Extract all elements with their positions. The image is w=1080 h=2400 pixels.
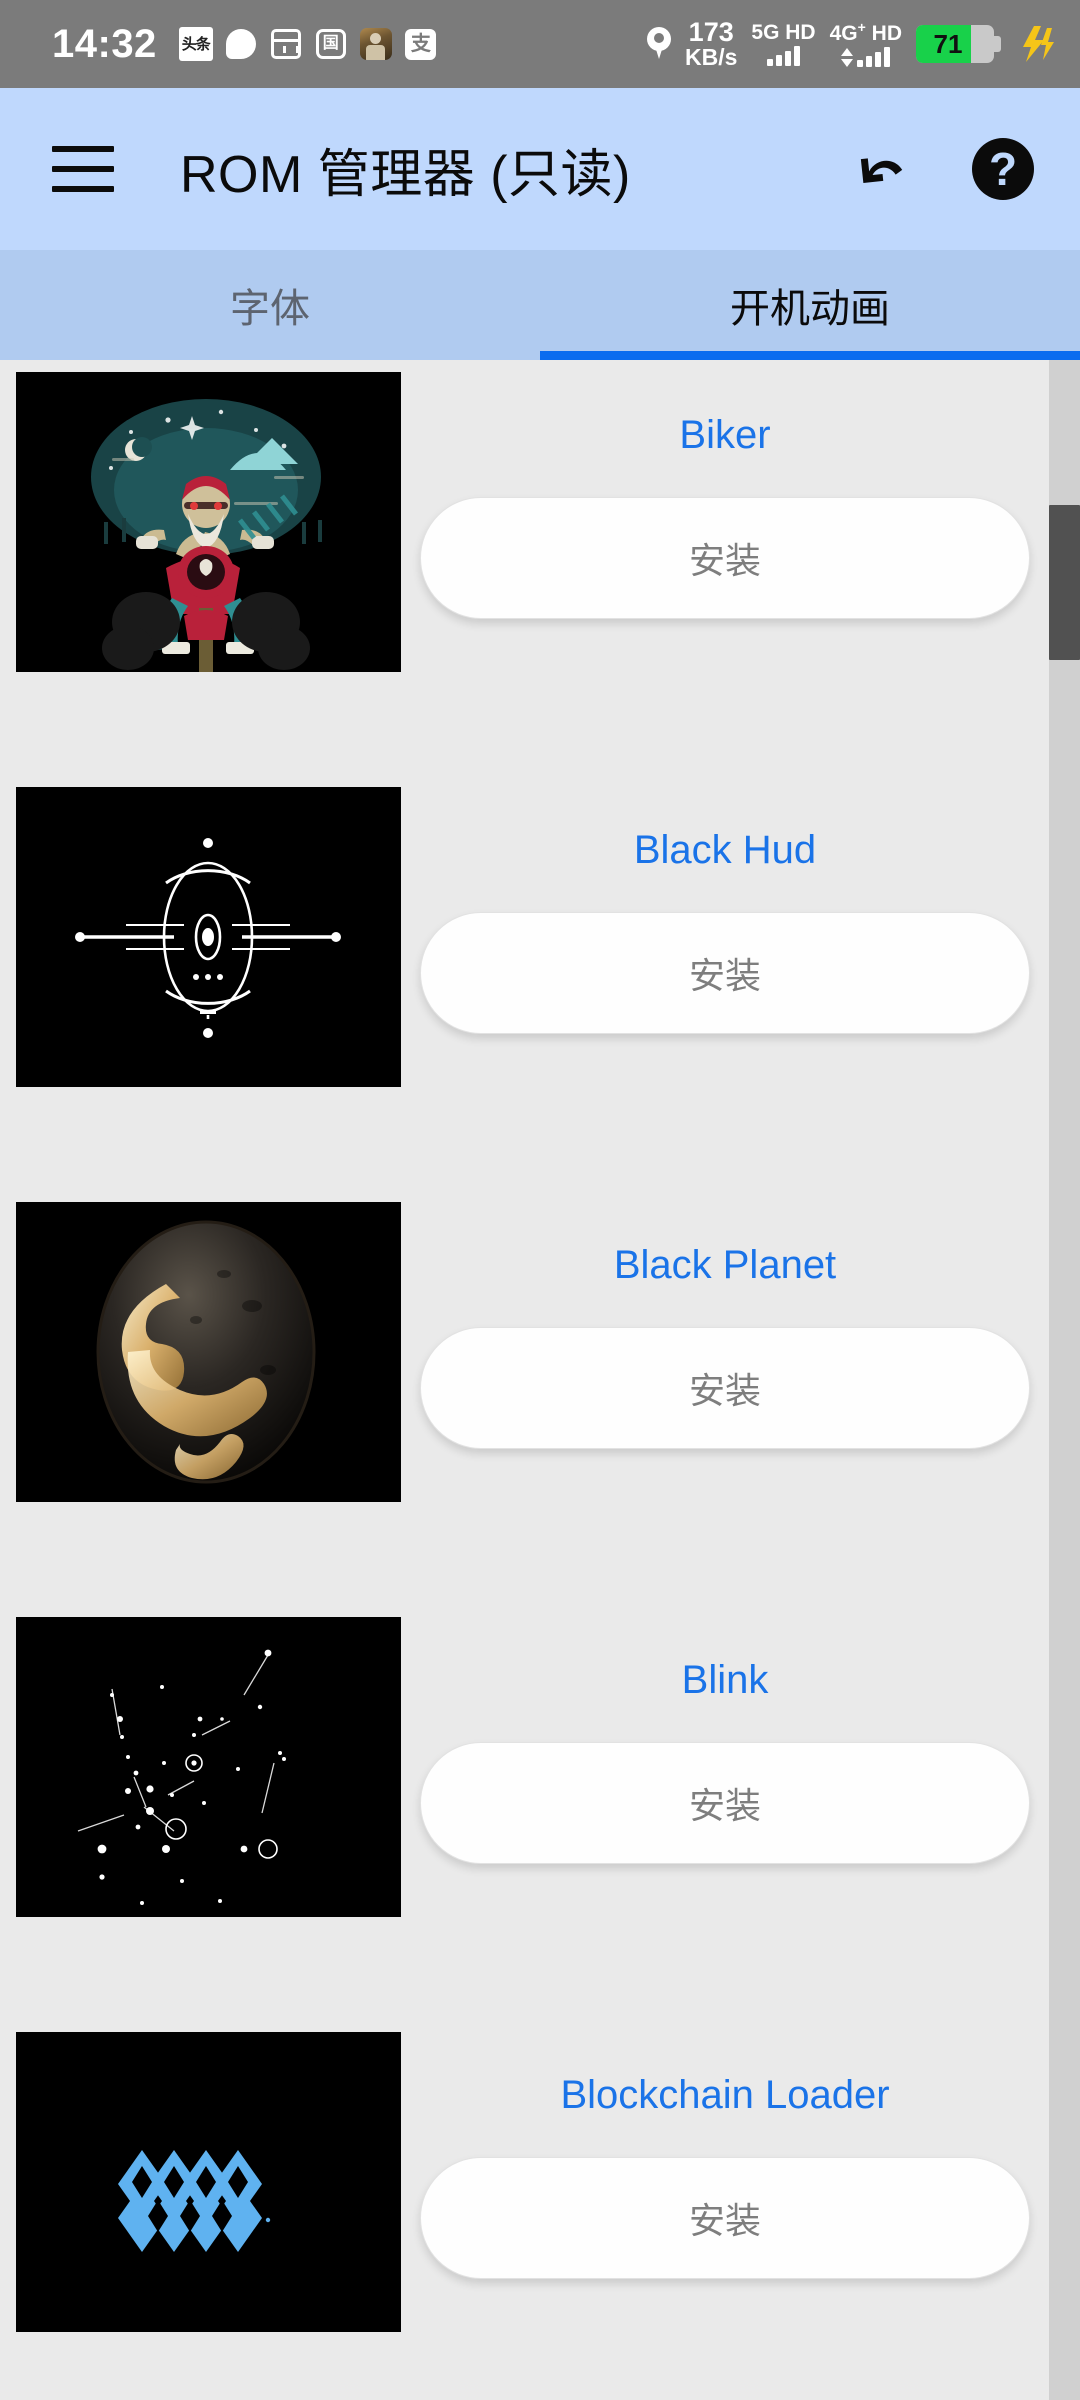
preview-thumbnail-blink <box>16 1617 401 1917</box>
game-app-icon <box>359 27 393 61</box>
list-scrollbar-track[interactable] <box>1049 360 1080 2400</box>
preview-thumbnail-blockchain <box>16 2032 401 2332</box>
status-bar-left: 14:32 头条 国 支 <box>52 24 438 64</box>
list-item-title: Black Hud <box>633 828 817 872</box>
status-bar-right: 173 KB/s 5G HD 4G+ HD 71 <box>647 16 1054 71</box>
install-button[interactable]: 安装 <box>420 2157 1030 2279</box>
notification-icons: 头条 国 支 <box>178 27 438 61</box>
list-item-content: Blockchain Loader 安装 <box>401 2020 1049 2279</box>
install-button-label: 安装 <box>688 955 761 996</box>
chat-bubble-icon <box>224 27 258 61</box>
sim2-signal-indicator: 4G+ HD <box>829 19 902 68</box>
install-button-label: 安装 <box>688 1370 761 1411</box>
install-button-label: 安装 <box>688 1785 761 1826</box>
sim1-signal-bars <box>767 45 800 66</box>
bootanimation-list[interactable]: Biker 安装 Black Hud 安装 Black Planet 安装 Bl… <box>0 360 1080 2400</box>
sim1-signal-indicator: 5G HD <box>751 20 816 66</box>
status-bar: 14:32 头条 国 支 173 KB/s 5G HD 4G+ HD 71 <box>0 0 1080 88</box>
preview-thumbnail-blackplanet <box>16 1202 401 1502</box>
net-speed-value: 173 <box>688 16 734 47</box>
list-item-content: Black Hud 安装 <box>401 775 1049 1034</box>
help-question-icon[interactable]: ? <box>972 138 1034 200</box>
alipay-icon: 支 <box>404 27 438 61</box>
list-item-title: Blink <box>681 1658 769 1702</box>
install-button[interactable]: 安装 <box>420 497 1030 619</box>
sim2-label: 4G+ HD <box>829 19 902 46</box>
app-bar: ROM 管理器 (只读) ? <box>0 88 1080 250</box>
charging-bolt-icon <box>1014 24 1054 64</box>
data-transfer-arrows-icon <box>841 48 854 68</box>
list-item-title: Blockchain Loader <box>560 2073 890 2117</box>
install-button[interactable]: 安装 <box>420 1742 1030 1864</box>
list-item-content: Black Planet 安装 <box>401 1190 1049 1449</box>
bank-icon: 国 <box>314 27 348 61</box>
install-button[interactable]: 安装 <box>420 1327 1030 1449</box>
list-item-title: Biker <box>679 413 771 457</box>
active-tab-indicator <box>540 351 1080 360</box>
list-item[interactable]: Black Planet 安装 <box>0 1190 1049 1605</box>
battery-indicator: 71 <box>916 24 1001 63</box>
location-pin-icon <box>647 26 671 61</box>
preview-thumbnail-blackhud <box>16 787 401 1087</box>
list-item-title: Black Planet <box>613 1243 837 1287</box>
list-item[interactable]: Biker 安装 <box>0 360 1049 775</box>
tab-fonts[interactable]: 字体 <box>0 250 540 360</box>
hamburger-menu-icon[interactable] <box>52 146 114 192</box>
tab-fonts-label: 字体 <box>230 287 310 331</box>
undo-arrow-icon[interactable] <box>850 141 910 197</box>
install-button[interactable]: 安装 <box>420 912 1030 1034</box>
install-button-label: 安装 <box>688 540 761 581</box>
sim2-signal-bars <box>841 47 891 68</box>
list-item[interactable]: Black Hud 安装 <box>0 775 1049 1190</box>
tab-bootanimation-label: 开机动画 <box>730 287 890 331</box>
sim1-label: 5G HD <box>751 20 816 44</box>
install-button-label: 安装 <box>688 2200 761 2241</box>
net-speed-unit: KB/s <box>685 44 738 71</box>
app-bar-actions: ? <box>850 138 1034 200</box>
list-item[interactable]: Blockchain Loader 安装 <box>0 2020 1049 2400</box>
toutiao-icon: 头条 <box>178 27 213 61</box>
list-scrollbar-thumb[interactable] <box>1049 505 1080 660</box>
list-item[interactable]: Blink 安装 <box>0 1605 1049 2020</box>
preview-thumbnail-biker <box>16 372 401 672</box>
network-speed-indicator: 173 KB/s <box>685 16 738 71</box>
tab-bootanimation[interactable]: 开机动画 <box>540 250 1080 360</box>
tab-bar: 字体 开机动画 <box>0 250 1080 360</box>
status-bar-clock: 14:32 <box>52 22 157 66</box>
page-title: ROM 管理器 (只读) <box>180 145 631 204</box>
list-item-content: Biker 安装 <box>401 360 1049 619</box>
wallet-card-icon <box>269 27 303 61</box>
list-item-content: Blink 安装 <box>401 1605 1049 1864</box>
battery-percent-label: 71 <box>933 28 963 59</box>
